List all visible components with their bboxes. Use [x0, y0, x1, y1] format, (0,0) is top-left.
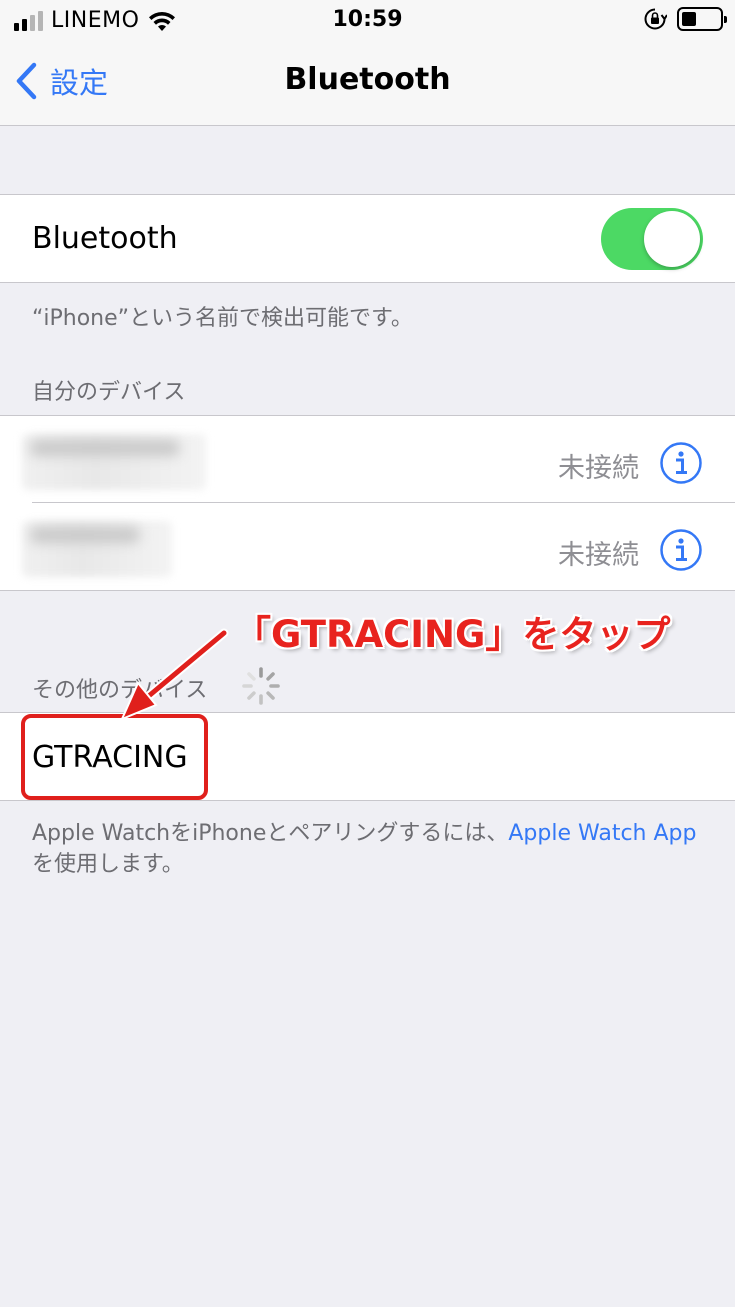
loading-spinner-icon — [242, 667, 280, 705]
info-icon[interactable] — [659, 528, 703, 572]
info-icon[interactable] — [659, 441, 703, 485]
device-row[interactable]: 未接続 — [0, 416, 735, 503]
annotation-arrow-icon — [120, 628, 229, 721]
device-row[interactable]: 未接続 — [0, 503, 735, 590]
blurred-device-name-text — [30, 527, 140, 543]
apple-watch-note-text: Apple WatchをiPhoneとペアリングするには、 — [32, 821, 509, 846]
connection-status: 未接続 — [558, 540, 639, 571]
my-devices-header: 自分のデバイス — [32, 380, 186, 405]
blurred-device-name-text — [30, 440, 180, 456]
status-bar: LINEMO 10:59 — [0, 0, 735, 40]
bluetooth-switch[interactable] — [601, 208, 703, 270]
apple-watch-note: Apple WatchをiPhoneとペアリングするには、Apple Watch… — [32, 818, 705, 880]
bluetooth-toggle-row: Bluetooth — [0, 195, 735, 282]
annotation-label: 「GTRACING」をタップ — [234, 613, 671, 656]
orientation-lock-icon — [644, 8, 667, 30]
highlight-box — [21, 714, 208, 800]
apple-watch-note-suffix: を使用します。 — [32, 852, 184, 877]
apple-watch-app-link[interactable]: Apple Watch App — [508, 821, 696, 846]
clock: 10:59 — [332, 7, 403, 32]
switch-knob — [644, 211, 700, 267]
bluetooth-toggle-group: Bluetooth — [0, 194, 735, 283]
navigation-bar: 設定 Bluetooth — [0, 40, 735, 126]
discoverable-text: “iPhone”という名前で検出可能です。 — [32, 306, 413, 331]
my-devices-list: 未接続 未接続 — [0, 415, 735, 591]
connection-status: 未接続 — [558, 453, 639, 484]
page-title: Bluetooth — [284, 62, 451, 97]
bluetooth-label: Bluetooth — [32, 221, 178, 256]
battery-icon — [677, 7, 727, 31]
